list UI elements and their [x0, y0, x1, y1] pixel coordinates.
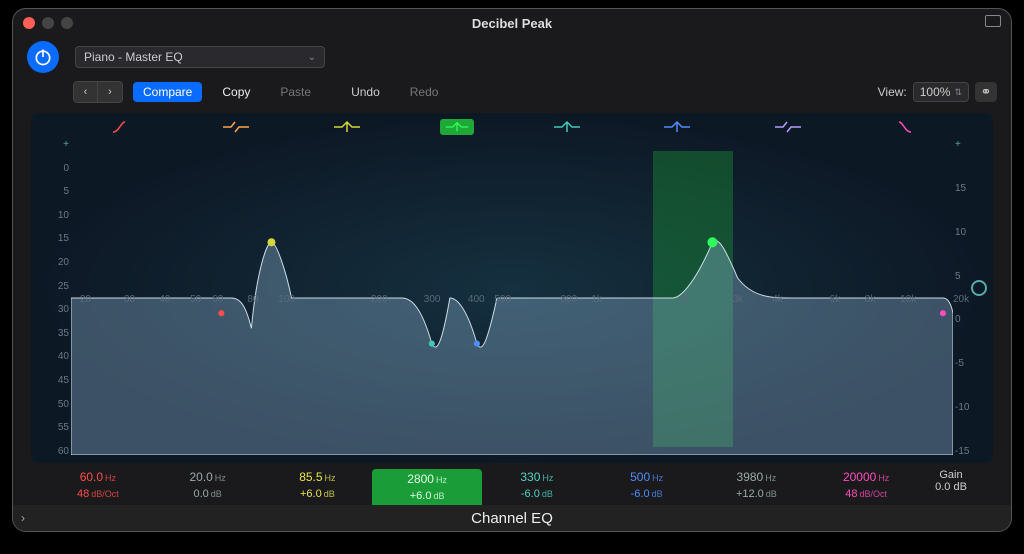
stepper-icon: ⇅ — [954, 87, 962, 98]
prev-preset-button[interactable]: ‹ — [74, 82, 98, 102]
maximize-icon[interactable] — [61, 17, 73, 29]
link-icon[interactable]: ⚭ — [975, 82, 997, 102]
footer: › Channel EQ — [13, 505, 1011, 531]
plugin-name: Channel EQ — [471, 510, 553, 527]
undo-button[interactable]: Undo — [341, 82, 390, 102]
band-shape-icon-4[interactable] — [440, 119, 474, 135]
preset-name: Piano - Master EQ — [84, 50, 183, 64]
chevron-down-icon: ⌄ — [308, 52, 316, 63]
band-shape-icon-5[interactable] — [550, 119, 584, 135]
eq-curve-area[interactable]: 2030405060801002003004005008001k2k3k4k6k… — [71, 141, 953, 455]
band-shape-icon-3[interactable] — [330, 119, 364, 135]
band-shape-icon-2[interactable] — [219, 119, 253, 135]
output-gain-knob[interactable] — [971, 280, 987, 296]
power-icon — [33, 47, 53, 67]
redo-button[interactable]: Redo — [400, 82, 449, 102]
band-shape-icon-8[interactable] — [881, 119, 915, 135]
band-shape-icon-6[interactable] — [660, 119, 694, 135]
next-preset-button[interactable]: › — [98, 82, 122, 102]
window-title: Decibel Peak — [472, 16, 552, 31]
plugin-window: Decibel Peak Piano - Master EQ ⌄ ‹ › Com… — [12, 8, 1012, 532]
preset-dropdown[interactable]: Piano - Master EQ ⌄ — [75, 46, 325, 68]
minimize-icon[interactable] — [42, 17, 54, 29]
band-shape-icon-7[interactable] — [771, 119, 805, 135]
paste-button[interactable]: Paste — [270, 82, 321, 102]
power-button[interactable] — [27, 41, 59, 73]
analyzer-db-scale: +051015202530354045505560 — [37, 139, 69, 457]
band-shape-icon-1[interactable] — [109, 119, 143, 135]
window-mode-icon[interactable] — [985, 15, 1001, 27]
zoom-field[interactable]: 100% ⇅ — [913, 82, 969, 102]
zoom-value: 100% — [920, 85, 951, 99]
view-label: View: — [878, 85, 907, 99]
close-icon[interactable] — [23, 17, 35, 29]
expand-icon[interactable]: › — [21, 511, 25, 525]
eq-graph-panel: +051015202530354045505560 +151050-5-10-1… — [31, 113, 993, 463]
titlebar: Decibel Peak — [13, 9, 1011, 37]
compare-button[interactable]: Compare — [133, 82, 202, 102]
eq-curve — [71, 141, 953, 455]
copy-button[interactable]: Copy — [212, 82, 260, 102]
